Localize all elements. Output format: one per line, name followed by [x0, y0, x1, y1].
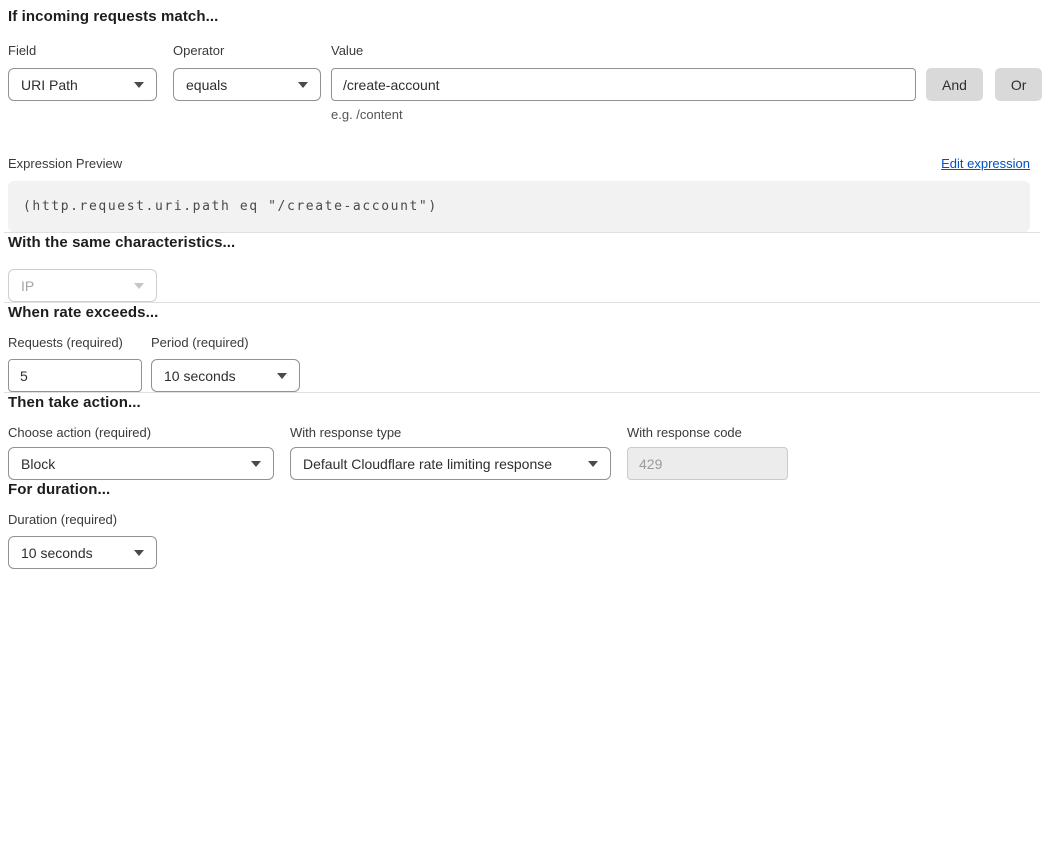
chevron-down-icon	[134, 283, 144, 289]
expression-preview-code: (http.request.uri.path eq "/create-accou…	[8, 181, 1030, 232]
field-column: Field URI Path	[8, 43, 157, 101]
value-input[interactable]	[331, 68, 916, 101]
operator-label: Operator	[173, 43, 321, 59]
requests-column: Requests (required)	[8, 335, 142, 392]
value-label: Value	[331, 43, 916, 59]
chevron-down-icon	[277, 373, 287, 379]
choose-action-select-value: Block	[21, 456, 55, 472]
expression-code-text: (http.request.uri.path eq "/create-accou…	[23, 199, 438, 214]
response-code-label: With response code	[627, 425, 788, 441]
field-select[interactable]: URI Path	[8, 68, 157, 101]
field-select-value: URI Path	[21, 77, 78, 93]
duration-select[interactable]: 10 seconds	[8, 536, 157, 569]
choose-action-select[interactable]: Block	[8, 447, 274, 480]
chevron-down-icon	[134, 550, 144, 556]
section-heading-action: Then take action...	[8, 393, 1030, 412]
expression-connector-buttons: And Or	[926, 68, 1042, 101]
value-column: Value e.g. /content	[331, 43, 916, 122]
characteristics-row: IP	[8, 269, 1030, 302]
duration-label: Duration (required)	[8, 512, 157, 528]
expression-preview-header: Expression Preview Edit expression	[8, 156, 1030, 172]
response-code-column: With response code	[627, 425, 788, 480]
duration-row: Duration (required) 10 seconds	[8, 512, 1030, 569]
characteristic-select-value: IP	[21, 278, 34, 294]
operator-select-value: equals	[186, 77, 227, 93]
action-row: Choose action (required) Block With resp…	[8, 425, 1030, 480]
duration-column: Duration (required) 10 seconds	[8, 512, 157, 569]
section-heading-match: If incoming requests match...	[8, 7, 1030, 26]
period-select-value: 10 seconds	[164, 368, 236, 384]
period-column: Period (required) 10 seconds	[151, 335, 300, 392]
value-hint: e.g. /content	[331, 107, 916, 122]
section-heading-rate: When rate exceeds...	[8, 303, 1030, 322]
and-button[interactable]: And	[926, 68, 983, 101]
expression-preview-label: Expression Preview	[8, 156, 122, 172]
response-code-input	[627, 447, 788, 480]
requests-label: Requests (required)	[8, 335, 142, 351]
section-heading-duration: For duration...	[8, 480, 1030, 499]
response-type-select-value: Default Cloudflare rate limiting respons…	[303, 456, 552, 472]
choose-action-label: Choose action (required)	[8, 425, 274, 441]
duration-select-value: 10 seconds	[21, 545, 93, 561]
period-select[interactable]: 10 seconds	[151, 359, 300, 392]
requests-input[interactable]	[8, 359, 142, 392]
characteristic-select: IP	[8, 269, 157, 302]
edit-expression-link[interactable]: Edit expression	[941, 156, 1030, 172]
chevron-down-icon	[298, 82, 308, 88]
field-label: Field	[8, 43, 157, 59]
rate-row: Requests (required) Period (required) 10…	[8, 335, 1030, 392]
choose-action-column: Choose action (required) Block	[8, 425, 274, 480]
match-fields-row: Field URI Path Operator equals Value e.g…	[8, 43, 1030, 122]
operator-select[interactable]: equals	[173, 68, 321, 101]
chevron-down-icon	[588, 461, 598, 467]
chevron-down-icon	[134, 82, 144, 88]
rate-limiting-rule-form: If incoming requests match... Field URI …	[0, 0, 1048, 577]
chevron-down-icon	[251, 461, 261, 467]
period-label: Period (required)	[151, 335, 300, 351]
or-button[interactable]: Or	[995, 68, 1043, 101]
response-type-label: With response type	[290, 425, 611, 441]
operator-column: Operator equals	[173, 43, 321, 101]
response-type-column: With response type Default Cloudflare ra…	[290, 425, 611, 480]
section-heading-characteristics: With the same characteristics...	[8, 233, 1030, 252]
response-type-select[interactable]: Default Cloudflare rate limiting respons…	[290, 447, 611, 480]
